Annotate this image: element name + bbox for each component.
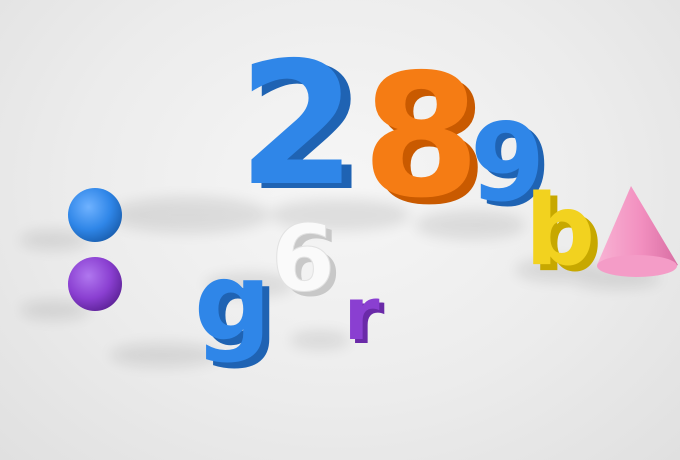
letter-b-face: b <box>525 174 595 288</box>
digit-6-face: 6 <box>271 205 335 312</box>
letter-r: r r <box>344 272 385 360</box>
digit-8-face: 8 <box>362 38 480 236</box>
letter-b: b b <box>525 174 602 294</box>
pink-cone <box>597 186 678 277</box>
letter-g: g g <box>194 240 278 371</box>
purple-sphere <box>68 257 122 311</box>
letter-r-face: r <box>344 272 380 356</box>
3d-scene: 2 2 8 8 9 9 b b 6 6 g g r r <box>20 26 678 371</box>
letter-g-face: g <box>194 240 271 365</box>
digit-2: 2 2 <box>238 26 366 229</box>
digit-6: 6 6 <box>271 205 342 318</box>
digit-2-face: 2 <box>238 26 356 224</box>
blue-sphere <box>68 188 122 242</box>
